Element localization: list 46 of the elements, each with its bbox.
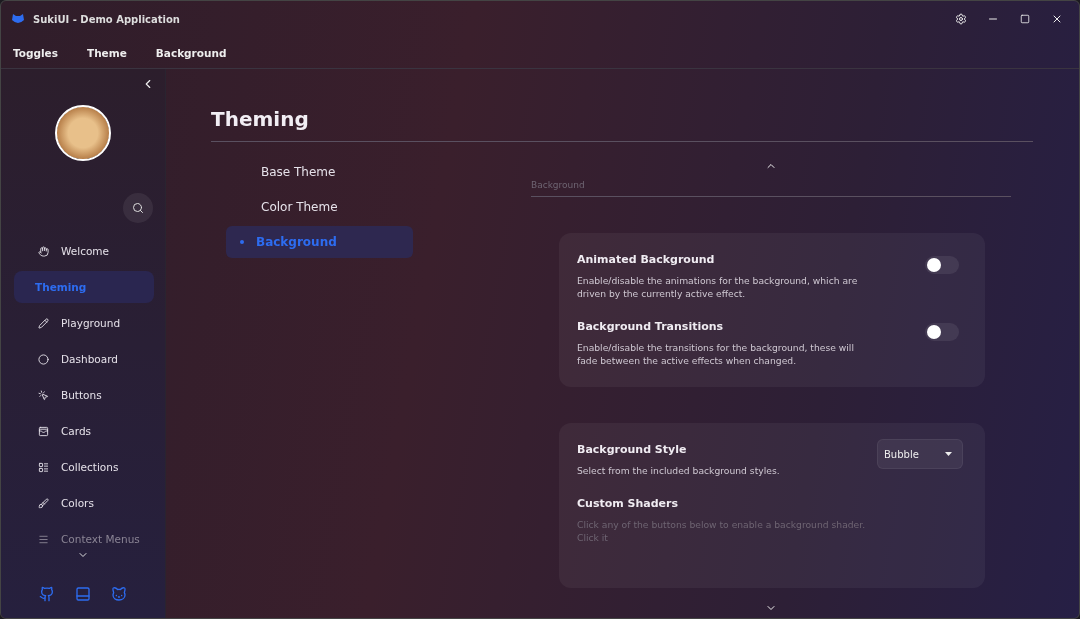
cards-icon <box>38 425 49 437</box>
maximize-icon <box>1020 14 1030 24</box>
setting-description: Enable/disable the animations for the background, which are driven by the currently active effect. <box>577 274 859 300</box>
nav-item[interactable]: Dashboard <box>14 343 154 375</box>
nav-item[interactable]: Context Menus <box>14 523 154 555</box>
nav-item[interactable]: Playground <box>14 307 154 339</box>
brush-icon <box>38 497 49 509</box>
setting-description: Select from the included background styles. <box>577 464 781 477</box>
search-icon <box>132 202 144 214</box>
setting-title: Background Transitions <box>577 320 725 333</box>
circle-icon <box>38 353 49 365</box>
avatar-image <box>55 105 111 161</box>
bullet-icon <box>240 240 244 244</box>
menu-item[interactable]: Theme <box>79 42 135 63</box>
hand-icon <box>38 245 49 257</box>
app-logo-icon <box>11 13 25 25</box>
style-dropdown[interactable]: Bubble <box>877 439 963 469</box>
setting-title: Background Style <box>577 443 688 456</box>
search-button[interactable] <box>123 193 153 223</box>
section-tab[interactable]: Base Theme <box>226 156 413 188</box>
menu-item[interactable]: Background <box>147 42 235 63</box>
github-icon[interactable] <box>39 586 55 602</box>
caret-icon <box>945 452 952 456</box>
nav-item[interactable]: Welcome <box>14 235 154 267</box>
menu-icon <box>38 533 49 545</box>
window-title: SukiUI - Demo Application <box>33 13 181 25</box>
nav-item[interactable]: Buttons <box>14 379 154 411</box>
nav-item[interactable]: Collections <box>14 451 154 483</box>
pointer-click-icon <box>38 389 49 401</box>
section-tab[interactable]: Color Theme <box>226 191 413 223</box>
page-title: Theming <box>211 107 1033 142</box>
menu-item[interactable]: Toggles <box>5 42 66 63</box>
panel-icon[interactable] <box>75 586 91 602</box>
toggle-switch[interactable] <box>925 256 959 274</box>
list-icon <box>38 461 49 473</box>
setting-title: Animated Background <box>577 253 716 266</box>
pencil-icon <box>38 317 49 329</box>
toggle-switch[interactable] <box>925 323 959 341</box>
close-icon <box>1051 13 1063 25</box>
cat-icon[interactable] <box>111 586 127 602</box>
setting-title: Custom Shaders <box>577 497 680 510</box>
section-field[interactable]: Background <box>531 176 1011 197</box>
nav-item[interactable]: Colors <box>14 487 154 519</box>
setting-description: Enable/disable the transitions for the background, these will fade between the active effects when changed. <box>577 341 855 367</box>
settings-icon <box>955 13 967 25</box>
nav-item[interactable]: Cards <box>14 415 154 447</box>
